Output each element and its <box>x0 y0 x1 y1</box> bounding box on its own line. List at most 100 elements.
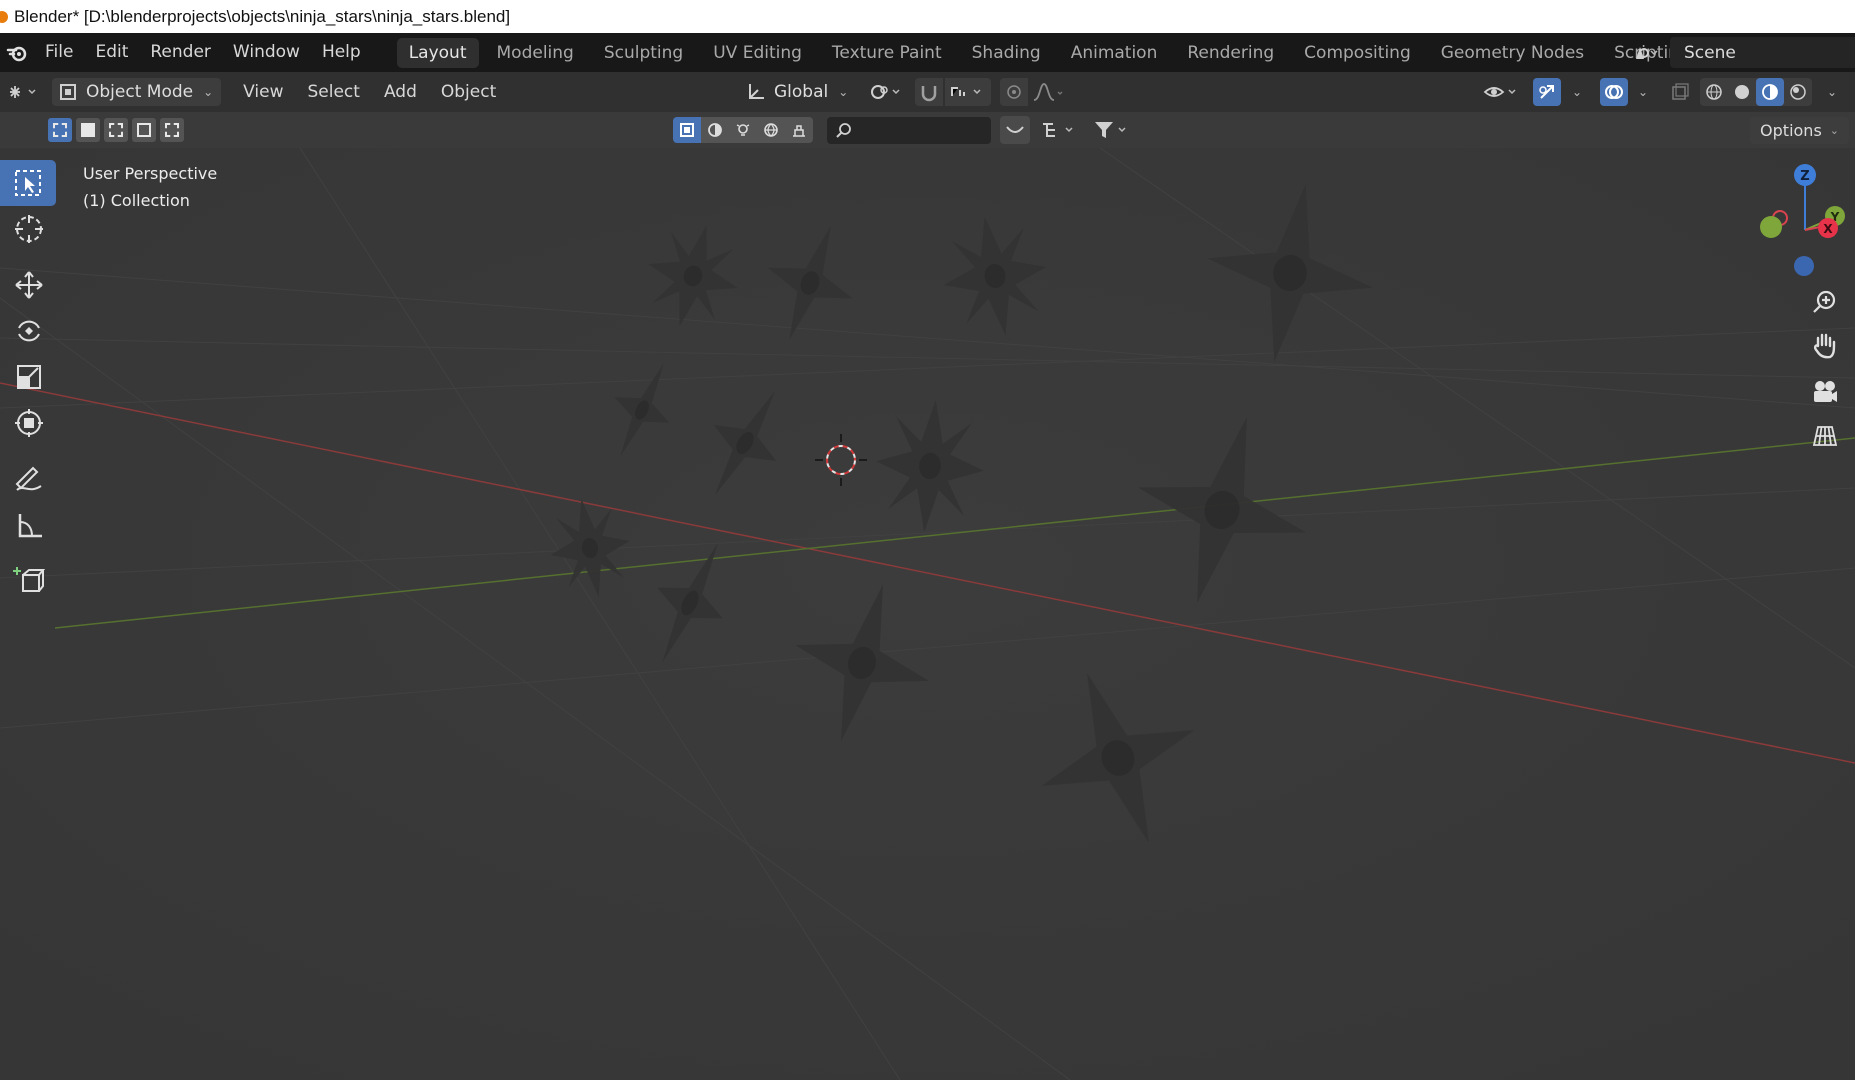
tab-compositing[interactable]: Compositing <box>1292 38 1423 68</box>
mode-dropdown[interactable]: Object Mode ⌄ <box>52 78 222 106</box>
viewport-tool-header: Options ⌄ <box>0 112 1855 148</box>
navigation-gizmo[interactable]: Z Y X <box>1735 160 1855 290</box>
proportional-falloff-icon[interactable] <box>1030 78 1070 106</box>
material-filter-icon[interactable] <box>701 117 729 143</box>
orientation-icon <box>749 84 764 99</box>
visibility-icon[interactable] <box>1480 78 1522 106</box>
options-dropdown[interactable]: Options ⌄ <box>1750 117 1849 144</box>
gizmo-neg-z-axis[interactable] <box>1794 256 1814 276</box>
viewport-search-input[interactable] <box>827 117 991 144</box>
snap-target-icon[interactable] <box>945 78 991 106</box>
menu-view[interactable]: View <box>231 82 295 102</box>
viewport-header: Object Mode ⌄ View Select Add Object Glo… <box>0 72 1855 112</box>
menu-help[interactable]: Help <box>311 33 372 72</box>
chevron-down-icon: ⌄ <box>203 85 214 99</box>
search-icon <box>836 122 851 138</box>
scale-tool-icon[interactable] <box>0 354 57 400</box>
scene-selector-icon[interactable] <box>1625 39 1665 66</box>
viewport-info-overlay: User Perspective (1) Collection <box>83 160 217 214</box>
overlays-toggle-icon[interactable] <box>1600 78 1628 106</box>
pan-hand-icon[interactable] <box>1805 326 1845 366</box>
gizmo-neg-y-axis[interactable] <box>1760 216 1782 238</box>
chevron-down-icon[interactable]: ⌄ <box>1820 78 1844 106</box>
tool-shelf <box>0 160 57 604</box>
solid-shading-icon[interactable] <box>1728 78 1756 106</box>
tab-animation[interactable]: Animation <box>1059 38 1170 68</box>
tab-modeling[interactable]: Modeling <box>485 38 586 68</box>
blender-logo-icon[interactable] <box>0 33 34 72</box>
tab-shading[interactable]: Shading <box>960 38 1053 68</box>
3d-viewport[interactable]: User Perspective (1) Collection <box>0 148 1855 1080</box>
window-titlebar: Blender* [D:\blenderprojects\objects\nin… <box>0 0 1855 33</box>
object-type-filter <box>673 117 813 143</box>
selection-mode-buttons <box>48 118 188 142</box>
collection-name: (1) Collection <box>83 191 190 210</box>
select-invert-icon[interactable] <box>132 118 156 142</box>
viewport-scene-graphic <box>0 148 1855 1080</box>
tab-uv-editing[interactable]: UV Editing <box>701 38 814 68</box>
zoom-icon[interactable] <box>1805 282 1845 322</box>
transform-tool-icon[interactable] <box>0 400 57 446</box>
snap-toggle-icon[interactable] <box>915 78 943 106</box>
rendered-shading-icon[interactable] <box>1784 78 1812 106</box>
tab-geometry-nodes[interactable]: Geometry Nodes <box>1429 38 1596 68</box>
window-title: Blender* [D:\blenderprojects\objects\nin… <box>14 6 511 26</box>
material-preview-shading-icon[interactable] <box>1756 78 1784 106</box>
chevron-down-icon[interactable]: ⌄ <box>1631 78 1655 106</box>
main-menu: File Edit Render Window Help <box>34 33 372 72</box>
select-intersect-icon[interactable] <box>160 118 184 142</box>
chevron-down-icon: ⌄ <box>1829 124 1839 137</box>
select-box-tool-icon[interactable] <box>0 160 56 206</box>
blender-app-icon <box>0 10 8 23</box>
menu-object[interactable]: Object <box>429 82 508 102</box>
light-filter-icon[interactable] <box>729 117 757 143</box>
tab-texture-paint[interactable]: Texture Paint <box>820 38 954 68</box>
chevron-down-icon: ⌄ <box>838 85 849 99</box>
perspective-toggle-icon[interactable] <box>1805 416 1845 456</box>
object-mode-icon <box>60 84 76 100</box>
select-new-icon[interactable] <box>48 118 72 142</box>
xray-toggle-icon[interactable] <box>1666 78 1694 106</box>
annotate-tool-icon[interactable] <box>0 456 57 502</box>
pivot-point-icon[interactable] <box>866 78 908 106</box>
top-bar: File Edit Render Window Help Layout Mode… <box>0 33 1855 72</box>
funnel-filter-icon[interactable] <box>1090 116 1136 144</box>
outliner-filter-icon[interactable] <box>1038 116 1082 144</box>
chevron-down-icon[interactable]: ⌄ <box>1565 78 1589 106</box>
measure-tool-icon[interactable] <box>0 502 57 548</box>
orientation-label: Global <box>774 82 829 102</box>
menu-select[interactable]: Select <box>296 82 372 102</box>
menu-window[interactable]: Window <box>222 33 311 72</box>
editor-type-icon[interactable] <box>0 78 48 106</box>
select-subtract-icon[interactable] <box>104 118 128 142</box>
tab-rendering[interactable]: Rendering <box>1175 38 1286 68</box>
tab-sculpting[interactable]: Sculpting <box>592 38 695 68</box>
menu-edit[interactable]: Edit <box>84 33 139 72</box>
cursor-tool-icon[interactable] <box>0 206 57 252</box>
svg-text:X: X <box>1823 222 1833 236</box>
menu-file[interactable]: File <box>34 33 84 72</box>
wireframe-shading-icon[interactable] <box>1700 78 1728 106</box>
menu-add[interactable]: Add <box>372 82 429 102</box>
svg-text:Z: Z <box>1800 169 1809 184</box>
mode-label: Object Mode <box>86 82 194 102</box>
move-tool-icon[interactable] <box>0 262 57 308</box>
restrict-toggle-icon[interactable] <box>1000 116 1030 144</box>
scene-name-field[interactable]: Scene <box>1670 37 1855 68</box>
object-data-filter-icon[interactable] <box>785 117 813 143</box>
scene-name: Scene <box>1684 42 1736 63</box>
tab-layout[interactable]: Layout <box>396 37 479 68</box>
transform-orientation-dropdown[interactable]: Global ⌄ <box>738 78 856 106</box>
camera-view-icon[interactable] <box>1805 372 1845 412</box>
add-cube-tool-icon[interactable] <box>0 558 57 604</box>
rotate-tool-icon[interactable] <box>0 308 57 354</box>
options-label: Options <box>1760 121 1822 140</box>
workspace-tabs: Layout Modeling Sculpting UV Editing Tex… <box>394 37 1739 68</box>
select-extend-icon[interactable] <box>76 118 100 142</box>
world-filter-icon[interactable] <box>757 117 785 143</box>
proportional-editing-icon[interactable] <box>1000 78 1028 106</box>
gizmo-toggle-icon[interactable] <box>1533 78 1561 106</box>
menu-render[interactable]: Render <box>139 33 222 72</box>
mesh-filter-icon[interactable] <box>673 117 701 143</box>
shading-modes <box>1700 78 1812 106</box>
